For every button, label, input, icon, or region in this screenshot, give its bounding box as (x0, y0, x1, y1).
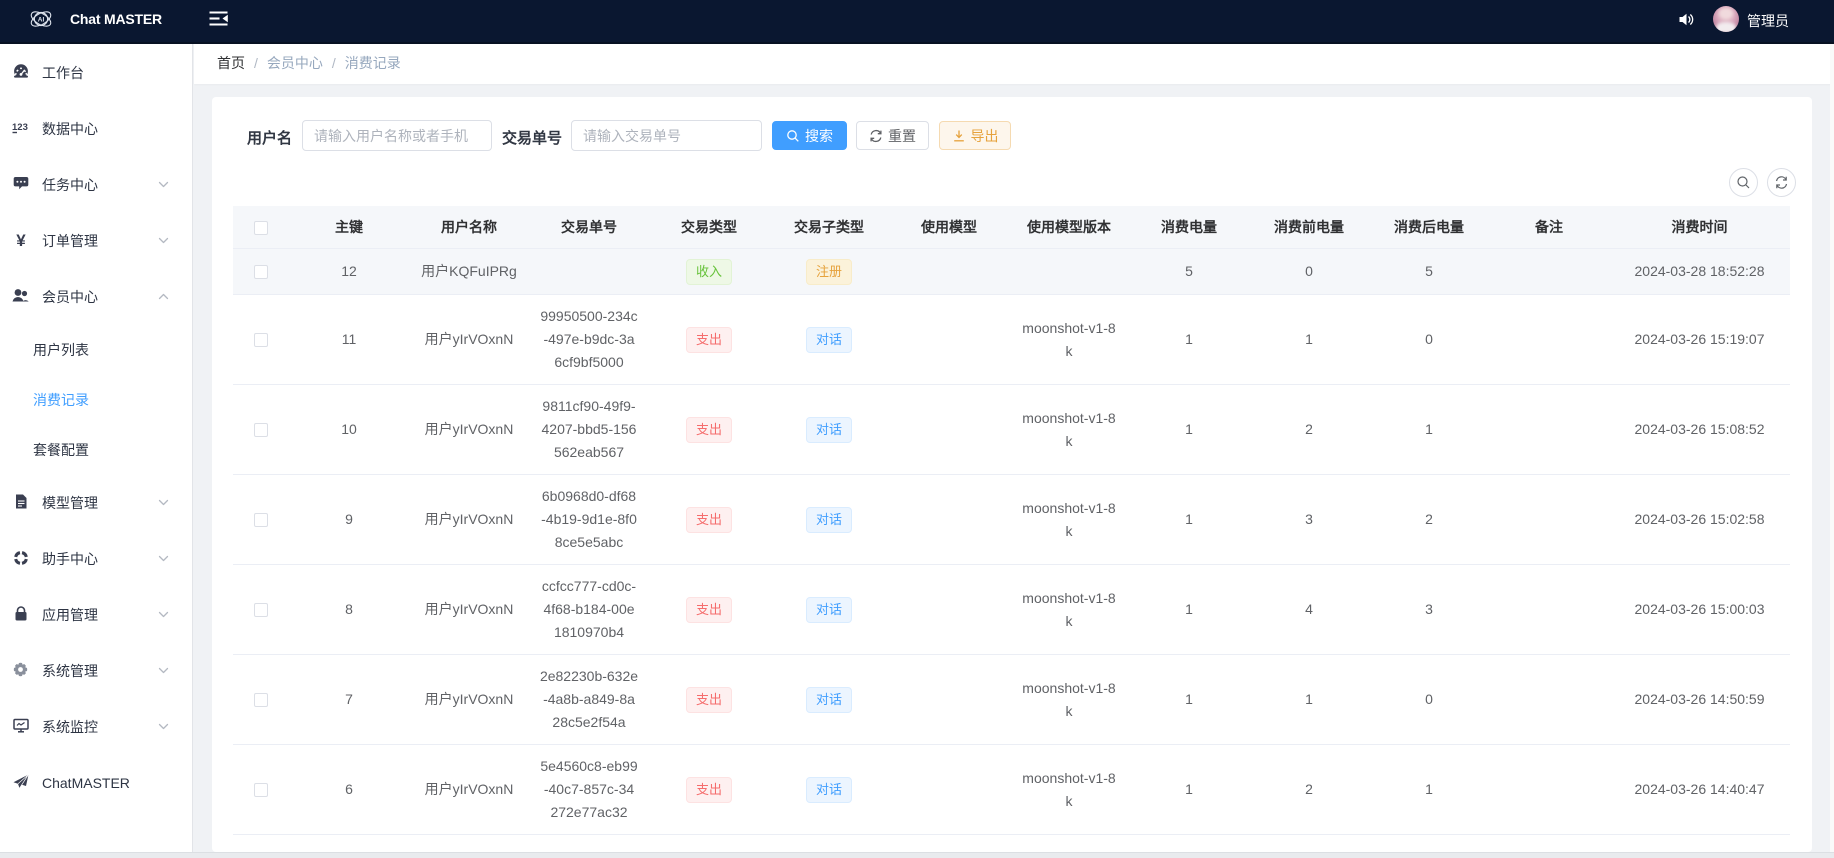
svg-text:¥: ¥ (16, 232, 26, 248)
svg-text:123: 123 (12, 122, 28, 133)
svg-text:AI: AI (38, 17, 45, 24)
